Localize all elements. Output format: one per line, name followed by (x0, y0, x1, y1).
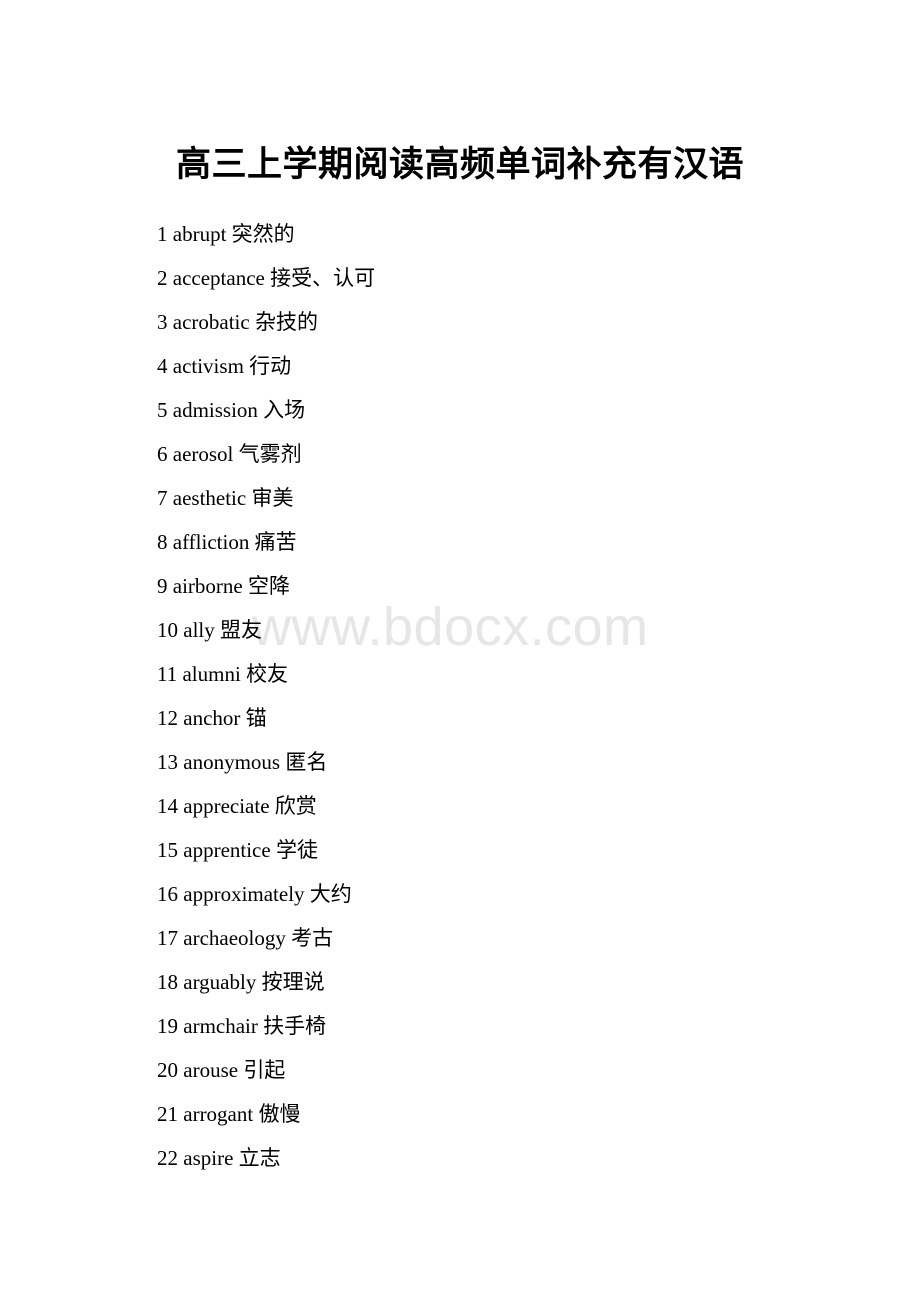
list-item-gloss: 行动 (249, 354, 292, 378)
list-item-term: airborne (172, 574, 243, 598)
list-item-gloss: 突然的 (231, 222, 295, 246)
list-item-term: affliction (172, 530, 250, 554)
page-title: 高三上学期阅读高频单词补充有汉语 (175, 145, 744, 184)
list-item-term: anchor (183, 706, 241, 730)
list-item: 4 activism 行动 (157, 344, 857, 388)
list-item: 14 appreciate 欣赏 (157, 784, 857, 828)
list-item-number: 5 (157, 398, 168, 422)
list-item-number: 20 (157, 1058, 178, 1082)
list-item: 9 airborne 空降 (157, 564, 857, 608)
list-item-gloss: 匿名 (285, 750, 328, 774)
list-item-gloss: 扶手椅 (263, 1014, 327, 1038)
list-item-gloss: 锚 (245, 706, 267, 730)
list-item: 16 approximately 大约 (157, 872, 857, 916)
list-item: 12 anchor 锚 (157, 696, 857, 740)
list-item-term: archaeology (183, 926, 286, 950)
list-item-term: acrobatic (172, 310, 250, 334)
list-item-gloss: 学徒 (275, 838, 318, 862)
list-item-term: alumni (182, 662, 241, 686)
list-item-gloss: 气雾剂 (238, 442, 302, 466)
list-item: 19 armchair 扶手椅 (157, 1004, 857, 1048)
list-item: 3 acrobatic 杂技的 (157, 300, 857, 344)
list-item: 17 archaeology 考古 (157, 916, 857, 960)
list-item-term: appreciate (183, 794, 270, 818)
list-item: 22 aspire 立志 (157, 1136, 857, 1180)
list-item-number: 4 (157, 354, 168, 378)
list-item-term: aspire (183, 1146, 234, 1170)
list-item-gloss: 傲慢 (258, 1102, 301, 1126)
list-item-gloss: 入场 (263, 398, 306, 422)
list-item-number: 9 (157, 574, 168, 598)
list-item-number: 10 (157, 618, 178, 642)
list-item-number: 18 (157, 970, 178, 994)
list-item: 18 arguably 按理说 (157, 960, 857, 1004)
list-item: 10 ally 盟友 (157, 608, 857, 652)
list-item: 5 admission 入场 (157, 388, 857, 432)
list-item-number: 2 (157, 266, 168, 290)
list-item-gloss: 痛苦 (254, 530, 297, 554)
list-item: 11 alumni 校友 (157, 652, 857, 696)
list-item: 1 abrupt 突然的 (157, 212, 857, 256)
list-item-number: 7 (157, 486, 168, 510)
list-item-number: 13 (157, 750, 178, 774)
list-item-term: arguably (183, 970, 257, 994)
list-item-gloss: 杂技的 (254, 310, 318, 334)
list-item: 6 aerosol 气雾剂 (157, 432, 857, 476)
list-item-number: 1 (157, 222, 168, 246)
list-item-term: aesthetic (172, 486, 247, 510)
list-item-number: 14 (157, 794, 178, 818)
list-item-term: armchair (183, 1014, 258, 1038)
list-item-number: 16 (157, 882, 178, 906)
list-item-gloss: 引起 (243, 1058, 286, 1082)
list-item-term: arouse (183, 1058, 239, 1082)
list-item-gloss: 按理说 (261, 970, 325, 994)
list-item-term: acceptance (172, 266, 265, 290)
list-item-term: admission (172, 398, 258, 422)
list-item-gloss: 审美 (251, 486, 294, 510)
list-item: 20 arouse 引起 (157, 1048, 857, 1092)
list-item-number: 8 (157, 530, 168, 554)
list-item-number: 19 (157, 1014, 178, 1038)
list-item-gloss: 盟友 (220, 618, 262, 642)
list-item: 8 affliction 痛苦 (157, 520, 857, 564)
list-item-term: ally (183, 618, 215, 642)
list-item: 15 apprentice 学徒 (157, 828, 857, 872)
list-item-gloss: 接受、认可 (270, 266, 376, 290)
list-item-number: 17 (157, 926, 178, 950)
list-item-number: 12 (157, 706, 178, 730)
list-item-gloss: 考古 (291, 926, 334, 950)
list-item: 7 aesthetic 审美 (157, 476, 857, 520)
list-item-term: aerosol (172, 442, 234, 466)
list-item-gloss: 空降 (247, 574, 290, 598)
list-item-gloss: 立志 (238, 1146, 281, 1170)
list-item-term: approximately (183, 882, 305, 906)
list-item-term: activism (172, 354, 244, 378)
list-item-number: 15 (157, 838, 178, 862)
vocabulary-list: 1 abrupt 突然的 2 acceptance 接受、认可 3 acrobati… (157, 212, 857, 1180)
list-item-term: anonymous (183, 750, 281, 774)
list-item-gloss: 大约 (309, 882, 352, 906)
list-item-number: 3 (157, 310, 168, 334)
list-item-gloss: 欣赏 (274, 794, 317, 818)
list-item-term: abrupt (172, 222, 227, 246)
list-item: 2 acceptance 接受、认可 (157, 256, 857, 300)
list-item-number: 22 (157, 1146, 178, 1170)
list-item-number: 11 (157, 662, 178, 686)
list-item-number: 6 (157, 442, 168, 466)
list-item-term: apprentice (183, 838, 271, 862)
list-item: 21 arrogant 傲慢 (157, 1092, 857, 1136)
list-item: 13 anonymous 匿名 (157, 740, 857, 784)
document-page: www.bdocx.com 高三上学期阅读高频单词补充有汉语 1 abrupt … (0, 0, 920, 1302)
list-item-gloss: 校友 (246, 662, 289, 686)
list-item-number: 21 (157, 1102, 178, 1126)
list-item-term: arrogant (183, 1102, 254, 1126)
